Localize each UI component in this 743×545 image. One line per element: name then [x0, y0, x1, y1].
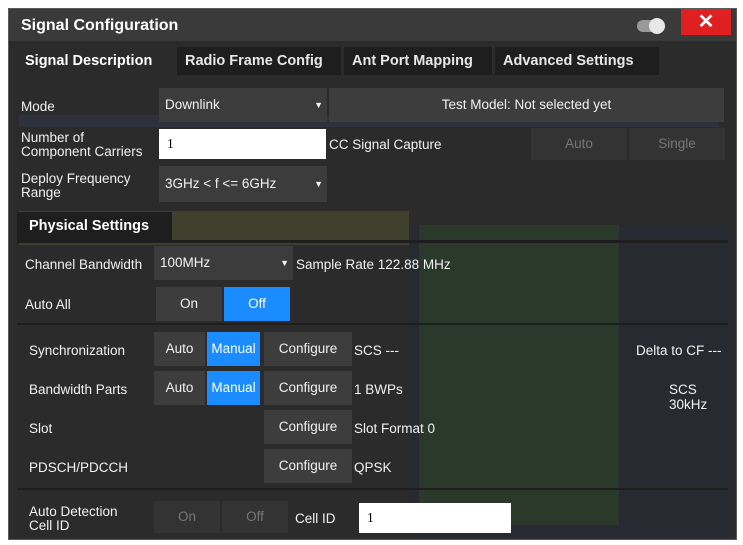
modulation-text: QPSK — [354, 460, 392, 475]
bandwidth-parts-label: Bandwidth Parts — [29, 382, 128, 397]
cell-id-input[interactable]: 1 — [359, 503, 511, 533]
autodetect-on-button[interactable]: On — [154, 501, 220, 533]
tab-signal-description[interactable]: Signal Description — [17, 47, 174, 75]
cc-capture-auto-button[interactable]: Auto — [531, 128, 627, 160]
carriers-label-line1: Number of — [21, 130, 85, 145]
slot-configure-button[interactable]: Configure — [264, 410, 352, 444]
sync-manual-button[interactable]: Manual — [207, 332, 260, 366]
sample-rate-text: Sample Rate 122.88 MHz — [296, 257, 451, 272]
bwp-manual-button[interactable]: Manual — [207, 371, 260, 405]
bwp-configure-button[interactable]: Configure — [264, 371, 352, 405]
dialog-title: Signal Configuration — [21, 17, 179, 34]
cc-capture-label: CC Signal Capture — [329, 137, 442, 152]
channel-bandwidth-dropdown[interactable]: 100MHz ▼ — [154, 246, 293, 280]
bwp-scs-text: SCS 30kHz — [669, 382, 708, 412]
signal-configuration-dialog: Signal Configuration ✕ Signal Descriptio… — [8, 8, 737, 540]
test-model-button[interactable]: Test Model: Not selected yet — [329, 88, 724, 122]
physical-settings-header: Physical Settings — [17, 212, 172, 240]
close-button[interactable]: ✕ — [681, 9, 731, 35]
tab-radio-frame-config[interactable]: Radio Frame Config — [177, 47, 341, 75]
auto-detection-label-line2: Cell ID — [29, 518, 70, 533]
pdsch-pdcch-label: PDSCH/PDCCH — [29, 460, 129, 475]
dropdown-arrow-icon: ▼ — [280, 258, 289, 268]
deploy-label-line2: Range — [21, 185, 61, 200]
channel-bandwidth-value: 100MHz — [160, 255, 211, 270]
deploy-frequency-value: 3GHz < f <= 6GHz — [165, 176, 277, 191]
slot-label: Slot — [29, 421, 53, 436]
bwp-auto-button[interactable]: Auto — [154, 371, 205, 405]
mode-value: Downlink — [165, 97, 220, 112]
mode-label: Mode — [21, 99, 55, 114]
close-icon: ✕ — [697, 11, 715, 33]
dropdown-arrow-icon: ▼ — [314, 100, 323, 110]
slot-format-text: Slot Format 0 — [354, 421, 436, 436]
deploy-label-line1: Deploy Frequency — [21, 171, 131, 186]
bwp-count-text: 1 BWPs — [354, 382, 403, 397]
sync-configure-button[interactable]: Configure — [264, 332, 352, 366]
auto-detection-label-line1: Auto Detection — [29, 504, 118, 519]
section-divider — [17, 323, 728, 325]
transparency-toggle[interactable] — [637, 18, 665, 34]
synchronization-label: Synchronization — [29, 343, 126, 358]
tab-ant-port-mapping[interactable]: Ant Port Mapping — [344, 47, 492, 75]
auto-all-label: Auto All — [25, 297, 71, 312]
dropdown-arrow-icon: ▼ — [314, 179, 323, 189]
sync-scs-text: SCS --- — [354, 343, 399, 358]
section-divider — [17, 488, 728, 490]
signal-description-panel: Mode Downlink ▼ Test Model: Not selected… — [9, 75, 736, 539]
autodetect-off-button[interactable]: Off — [222, 501, 288, 533]
cc-capture-single-button[interactable]: Single — [629, 128, 725, 160]
title-bar: Signal Configuration ✕ — [9, 9, 736, 41]
sync-auto-button[interactable]: Auto — [154, 332, 205, 366]
deploy-frequency-dropdown[interactable]: 3GHz < f <= 6GHz ▼ — [159, 166, 327, 202]
cell-id-label: Cell ID — [295, 511, 336, 526]
channel-bandwidth-label: Channel Bandwidth — [25, 257, 143, 272]
carriers-label-line2: Component Carriers — [21, 144, 143, 159]
toggle-knob — [649, 18, 665, 34]
tab-advanced-settings[interactable]: Advanced Settings — [495, 47, 659, 75]
pdsch-configure-button[interactable]: Configure — [264, 449, 352, 483]
section-divider — [17, 240, 728, 243]
carriers-input[interactable]: 1 — [159, 129, 326, 159]
auto-all-on-button[interactable]: On — [156, 287, 222, 321]
delta-to-cf-text: Delta to CF --- — [636, 343, 722, 358]
auto-all-off-button[interactable]: Off — [224, 287, 290, 321]
mode-dropdown[interactable]: Downlink ▼ — [159, 88, 327, 122]
